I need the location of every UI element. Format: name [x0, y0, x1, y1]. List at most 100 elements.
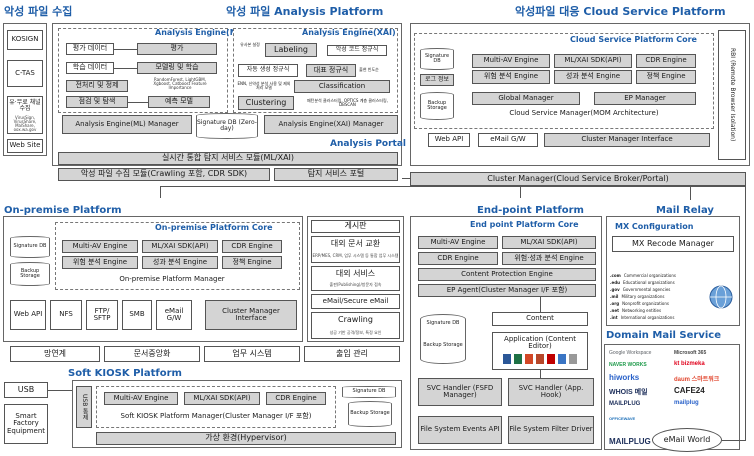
- ep-cdr: CDR Engine: [418, 252, 498, 265]
- predict-box: 예측 모델: [148, 96, 210, 108]
- domain-row: .int International organizations: [610, 314, 706, 321]
- cloud-webapi: Web API: [428, 133, 470, 147]
- connector: [520, 186, 521, 198]
- domain-desc: Commercial organizations: [623, 273, 676, 278]
- cloud-sigdb: Signature DB: [420, 48, 454, 70]
- cloud-cmi: Cluster Manager Interface: [544, 133, 710, 147]
- onprem-email-gw: eMail G/W: [156, 300, 192, 330]
- excel-icon: [514, 354, 522, 364]
- cloud-log-box: 로그 정보: [420, 74, 454, 86]
- connector: [690, 186, 691, 200]
- classification-note: ENN, 신약성 분석 사용 및 제외 처리 모델: [237, 80, 291, 90]
- application-box: Application (Content Editor): [492, 332, 588, 370]
- preproc-box: 전처리 및 정제: [66, 80, 128, 92]
- kiosk-mlxai: ML/XAI SDK(API): [184, 392, 260, 405]
- channel-box: 유·무료 채널 수집 VirusSign, VirusShare, MalSha…: [7, 96, 43, 134]
- connector: [128, 102, 148, 103]
- crawling-box: Crawling 성공 기반 공격/정보, 특정 요인: [311, 312, 400, 339]
- channel-sub: VirusSign, VirusShare, MalShare, oox.wa.…: [13, 114, 37, 133]
- domain-desc: Governmental agencies: [622, 287, 671, 292]
- onprem-backup: Backup Storage: [10, 262, 50, 286]
- word-icon: [503, 354, 511, 364]
- kiosk-multi-av: Multi-AV Engine: [104, 392, 178, 405]
- ep-mlxai: ML/XAI SDK(API): [502, 236, 596, 249]
- cloud-core-title: Cloud Service Platform Core: [570, 35, 697, 44]
- kiosk-sigdb: Signature DB: [342, 386, 396, 398]
- provider-logo: NAVER WORKS: [609, 362, 647, 368]
- fs-filter-driver: File System Filter Driver: [508, 416, 594, 444]
- ml-manager-box: Analysis Engine(ML) Manager: [62, 115, 192, 134]
- provider-logo: MAILPLUG: [609, 437, 651, 446]
- application-label: Application (Content Editor): [504, 334, 576, 350]
- modeling-box: 모델링 및 학습: [137, 62, 217, 74]
- ep-sigdb-label: Signature DB: [426, 320, 460, 326]
- clustering-note: 패턴분석 클러스터링, OPTICS 계층 클러스터링, DBSCAN: [306, 97, 389, 107]
- onprem-sigdb: Signature DB: [10, 236, 50, 258]
- onprem-mlxai: ML/XAI SDK(API): [142, 240, 218, 253]
- train-data-box: 학습 데이터: [66, 62, 114, 74]
- onprem-nfs: NFS: [50, 300, 82, 330]
- svc-fsfd: SVC Handler (FSFD Manager): [418, 378, 502, 406]
- ext-service-box: 대외 서비스 출판(Publishing)/방문자 접속: [311, 266, 400, 291]
- onprem-webapi: Web API: [10, 300, 46, 330]
- domain-desc: Networking entities: [622, 308, 662, 313]
- provider-logo: kt bizmeka: [674, 361, 705, 367]
- fs-events-api: File System Events API: [418, 416, 502, 444]
- globe-icon: [709, 285, 733, 309]
- onprem-core-title: On-premise Platform Core: [155, 223, 273, 232]
- cluster-manager-bar: Cluster Manager(Cloud Service Broker/Por…: [410, 172, 746, 186]
- connector: [48, 390, 72, 391]
- cloud-multi-av: Multi-AV Engine: [472, 54, 550, 68]
- endpoint-title: End-point Platform: [477, 205, 584, 216]
- ep-multi-av: Multi-AV Engine: [418, 236, 498, 249]
- regex-rule-box: 악성 코드 정규식: [327, 45, 387, 56]
- xai-manager-box: Analysis Engine(XAI) Manager: [264, 115, 398, 134]
- cloud-mlxai: ML/XAI SDK(API): [554, 54, 632, 68]
- onprem-title: On-premise Platform: [4, 205, 122, 216]
- channel-label: 유·무료 채널 수집: [9, 98, 41, 112]
- smart-factory-box: Smart Factory Equipment: [4, 404, 48, 444]
- rbi-label: RBI (Remote Browser Isolation): [729, 48, 737, 142]
- provider-logo: MAILPLUG: [609, 401, 641, 407]
- domain-row: .com Commercial organizations: [610, 272, 706, 279]
- kiosk-manager: Soft KIOSK Platform Manager(Cluster Mana…: [120, 411, 312, 420]
- onenote-icon: [536, 354, 544, 364]
- main-regex-box: 대표 정규식: [306, 64, 356, 77]
- cloud-cdr: CDR Engine: [636, 54, 696, 68]
- connector: [114, 68, 137, 69]
- usb-box: USB: [4, 382, 48, 398]
- cloud-email-gw: eMail G/W: [478, 133, 538, 147]
- onprem-manager: On-premise Platform Manager: [119, 274, 225, 283]
- office-icons: [493, 354, 587, 364]
- connector: [540, 297, 541, 312]
- powerpoint-icon: [525, 354, 533, 364]
- collect-module: 악성 파일 수집 모듈(Crawling 포함, CDR SDK): [58, 168, 270, 181]
- mx-manager-box: MX Recode Manager: [612, 236, 734, 252]
- clustering-box: Clustering: [238, 96, 294, 110]
- kiosk-backup: Backup Storage: [348, 401, 392, 427]
- provider-logo: daum 스마트워크: [674, 377, 720, 383]
- onprem-perf: 성과 분석 Engine: [142, 256, 218, 269]
- auto-regex-box: 자동 생성 정규식: [238, 64, 298, 77]
- provider-logo: Google Workspace: [609, 350, 652, 356]
- onprem-ftp: FTP/ SFTP: [86, 300, 118, 330]
- connector: [722, 440, 746, 441]
- ext-service-sub: 출판(Publishing)/방문자 접속: [329, 282, 382, 288]
- domain-mail-title: Domain Mail Service: [606, 330, 721, 341]
- analysis-platform-title: 악성 파일 Analysis Platform: [226, 5, 384, 18]
- labeling-box: Labeling: [265, 43, 317, 57]
- domain-tld: .com: [610, 273, 621, 278]
- crawling-label: Crawling: [338, 315, 373, 325]
- provider-logo: WHOIS 메일: [609, 389, 648, 396]
- hwp-icon: [558, 354, 566, 364]
- domain-row: .edu Educational organizations: [610, 279, 706, 286]
- domain-tld: .int: [610, 315, 618, 320]
- editor-icon: [569, 354, 577, 364]
- check-box: 점검 및 탐색: [66, 96, 128, 108]
- cloud-risk: 위험 분석 Engine: [472, 70, 550, 84]
- onprem-policy: 정책 Engine: [222, 256, 282, 269]
- provider-logo: hiworks: [609, 373, 640, 382]
- usb-control-label: USB 통제: [81, 393, 89, 421]
- doc-exchange-label: 대외 문서 교환: [330, 238, 381, 248]
- portal-title: Analysis Portal: [330, 139, 407, 149]
